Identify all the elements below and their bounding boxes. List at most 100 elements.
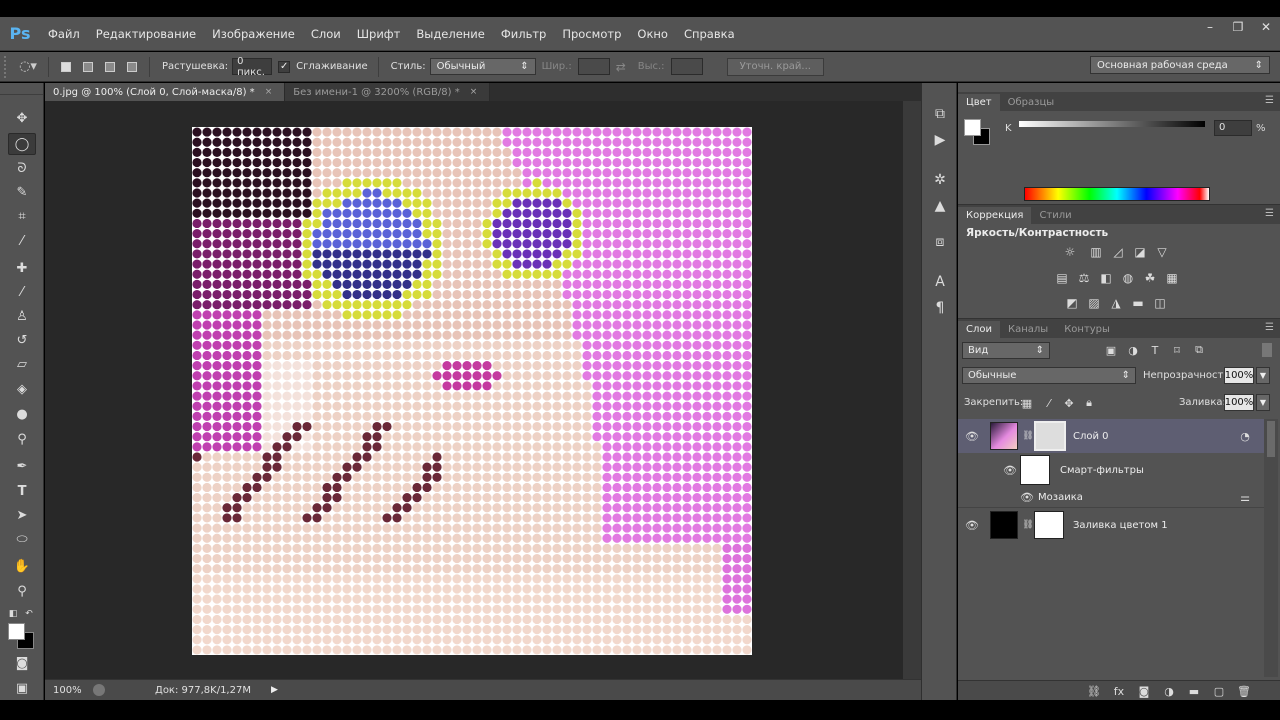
width-input[interactable] xyxy=(577,58,610,75)
status-icon[interactable] xyxy=(93,684,105,696)
intersect-selection-button[interactable] xyxy=(121,56,143,78)
curves-icon[interactable]: ◿ xyxy=(1110,245,1126,259)
toolbox-header[interactable] xyxy=(0,83,43,95)
visibility-eye-icon[interactable]: 👁︎ xyxy=(1003,463,1017,477)
vertical-scrollbar[interactable] xyxy=(903,101,921,679)
clone-stamp-tool-icon[interactable]: ♙ xyxy=(8,305,36,327)
history-brush-tool-icon[interactable]: ↺ xyxy=(8,329,36,351)
tab-styles[interactable]: Стили xyxy=(1031,207,1079,224)
close-button[interactable]: ✕ xyxy=(1252,17,1280,37)
maximize-button[interactable]: ❐ xyxy=(1224,17,1252,37)
levels-icon[interactable]: ▥ xyxy=(1088,245,1104,259)
document-canvas[interactable] xyxy=(192,127,752,655)
menu-edit[interactable]: Редактирование xyxy=(88,27,204,41)
tab-document-1[interactable]: 0.jpg @ 100% (Слой 0, Слой-маска/8) * × xyxy=(45,83,286,101)
hand-tool-icon[interactable]: ✋ xyxy=(8,555,36,577)
scroll-thumb[interactable] xyxy=(1267,421,1275,457)
menu-file[interactable]: Файл xyxy=(40,27,88,41)
menu-type[interactable]: Шрифт xyxy=(349,27,409,41)
lock-pixels-icon[interactable]: ⁄ xyxy=(1042,396,1056,410)
histogram-icon[interactable]: ▲ xyxy=(927,195,953,217)
layers-scrollbar[interactable] xyxy=(1264,419,1278,677)
color-spectrum-bar[interactable] xyxy=(1024,187,1210,201)
ellipse-tool-icon[interactable]: ⬭ xyxy=(8,528,36,550)
zoom-level[interactable]: 100% xyxy=(45,685,93,696)
crop-tool-icon[interactable]: ⌗ xyxy=(8,205,36,227)
default-colors-icon[interactable]: ◧ xyxy=(6,603,20,625)
tab-channels[interactable]: Каналы xyxy=(1000,321,1056,338)
posterize-icon[interactable]: ▨ xyxy=(1086,296,1102,310)
color-balance-icon[interactable]: ⚖ xyxy=(1076,271,1092,285)
link-layers-icon[interactable]: ⛓︎ xyxy=(1086,684,1102,698)
elliptical-marquee-icon[interactable]: ◌▾ xyxy=(14,56,42,78)
feather-input[interactable]: 0 пикс. xyxy=(232,56,273,78)
layer-filter-select[interactable]: Вид ⇕ xyxy=(962,342,1050,359)
gradient-map-icon[interactable]: ▬ xyxy=(1130,296,1146,310)
swap-icon[interactable]: ⇄ xyxy=(616,60,626,74)
smart-object-filter-icon[interactable]: ⧉ xyxy=(1192,343,1206,357)
layer-row-color-fill[interactable]: 👁︎ ⛓︎ Заливка цветом 1 xyxy=(958,507,1264,541)
layer-row-layer0[interactable]: 👁︎ ⛓︎ Слой 0 ◔ xyxy=(958,419,1264,453)
panel-menu-icon[interactable]: ☰ xyxy=(1265,208,1274,219)
tab-adjustments[interactable]: Коррекция xyxy=(958,207,1032,224)
layer-row-smart-filters[interactable]: 👁︎ Смарт-фильтры xyxy=(958,453,1264,487)
layer-mask-thumbnail[interactable] xyxy=(1034,511,1064,539)
panel-menu-icon[interactable]: ☰ xyxy=(1265,95,1274,106)
height-input[interactable] xyxy=(670,58,703,75)
filter-toggle[interactable] xyxy=(1262,343,1272,357)
panel-menu-icon[interactable]: ☰ xyxy=(1265,322,1274,333)
selective-color-icon[interactable]: ◫ xyxy=(1152,296,1168,310)
vibrance-icon[interactable]: ▽ xyxy=(1154,245,1170,259)
menu-filter[interactable]: Фильтр xyxy=(493,27,555,41)
zoom-tool-icon[interactable]: ⚲ xyxy=(8,580,36,602)
link-chain-icon[interactable]: ⛓︎ xyxy=(1021,518,1035,532)
layer-name[interactable]: Заливка цветом 1 xyxy=(1073,520,1168,531)
menu-view[interactable]: Просмотр xyxy=(554,27,629,41)
channel-mixer-icon[interactable]: ☘ xyxy=(1142,271,1158,285)
foreground-color-swatch[interactable] xyxy=(964,119,981,136)
quick-mask-icon[interactable]: ◙ xyxy=(8,652,36,674)
style-select[interactable]: Обычный ⇕ xyxy=(429,58,536,75)
channel-input[interactable]: 0 xyxy=(1214,120,1252,136)
new-selection-button[interactable] xyxy=(55,56,77,78)
brush-presets-icon[interactable]: ✲ xyxy=(927,169,953,191)
layer-name[interactable]: Слой 0 xyxy=(1073,431,1109,442)
lock-transparency-icon[interactable]: ▦ xyxy=(1020,396,1034,410)
close-icon[interactable]: × xyxy=(265,87,273,97)
tab-swatches[interactable]: Образцы xyxy=(1000,94,1063,111)
lasso-tool-icon[interactable]: ᘐ xyxy=(8,157,36,179)
pixel-filter-icon[interactable]: ▣ xyxy=(1104,343,1118,357)
new-group-icon[interactable]: ▬ xyxy=(1186,684,1202,698)
swap-colors-icon[interactable]: ↶ xyxy=(22,603,36,625)
color-lookup-icon[interactable]: ▦ xyxy=(1164,271,1180,285)
screen-mode-icon[interactable]: ▣ xyxy=(8,677,36,699)
invert-icon[interactable]: ◩ xyxy=(1064,296,1080,310)
minimize-button[interactable]: – xyxy=(1196,17,1224,37)
foreground-color-swatch[interactable] xyxy=(8,623,25,640)
photo-filter-icon[interactable]: ◍ xyxy=(1120,271,1136,285)
workspace-select[interactable]: Основная рабочая среда ⇕ xyxy=(1090,56,1270,74)
character-panel-icon[interactable]: A xyxy=(927,271,953,293)
filter-options-icon[interactable]: ⚌ xyxy=(1238,490,1252,504)
fill-input[interactable]: 100% xyxy=(1224,394,1254,411)
channel-slider[interactable] xyxy=(1019,121,1205,127)
subtract-selection-button[interactable] xyxy=(99,56,121,78)
blend-mode-select[interactable]: Обычные ⇕ xyxy=(962,367,1136,384)
actions-panel-icon[interactable]: ▶ xyxy=(927,129,953,151)
menu-help[interactable]: Справка xyxy=(676,27,743,41)
menu-window[interactable]: Окно xyxy=(629,27,676,41)
black-white-icon[interactable]: ◧ xyxy=(1098,271,1114,285)
lock-all-icon[interactable]: 🔒︎ xyxy=(1082,396,1096,410)
menu-select[interactable]: Выделение xyxy=(408,27,493,41)
delete-layer-icon[interactable]: 🗑︎ xyxy=(1236,684,1252,698)
healing-brush-tool-icon[interactable]: ✚ xyxy=(8,257,36,279)
new-adjustment-icon[interactable]: ◑ xyxy=(1161,684,1177,698)
path-selection-tool-icon[interactable]: ➤ xyxy=(8,504,36,526)
layer-mask-thumbnail[interactable] xyxy=(1034,421,1066,451)
type-filter-icon[interactable]: T xyxy=(1148,343,1162,357)
quick-select-tool-icon[interactable]: ✎ xyxy=(8,181,36,203)
layer-name[interactable]: Смарт-фильтры xyxy=(1060,465,1144,476)
status-menu-arrow-icon[interactable]: ▶ xyxy=(271,685,278,695)
filter-name[interactable]: Мозаика xyxy=(1038,492,1083,503)
add-selection-button[interactable] xyxy=(77,56,99,78)
